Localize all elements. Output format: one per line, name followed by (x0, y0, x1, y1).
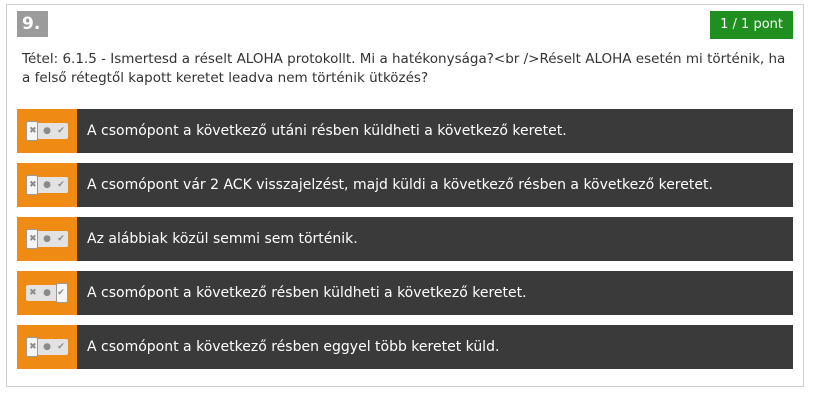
tri-state-toggle[interactable]: ✖ ● ✔ (26, 337, 68, 357)
question-card: 9. 1 / 1 pont Tétel: 6.1.5 - Ismertesd a… (6, 4, 804, 387)
answer-label: A csomópont vár 2 ACK visszajelzést, maj… (87, 177, 713, 193)
answer-toggle-tab[interactable]: ✖ ● ✔ (17, 217, 77, 261)
tri-state-toggle[interactable]: ✖ ● ✔ (26, 175, 68, 195)
dot-icon: ● (43, 180, 51, 190)
answer-option-1[interactable]: ✖ ● ✔ A csomópont a következő utáni résb… (17, 109, 793, 153)
tri-state-toggle[interactable]: ✖ ● ✔ (26, 121, 68, 141)
answer-option-2[interactable]: ✖ ● ✔ A csomópont vár 2 ACK visszajelzés… (17, 163, 793, 207)
cross-icon: ✖ (29, 180, 37, 190)
answer-label: A csomópont a következő utáni résben kül… (87, 123, 567, 139)
dot-icon: ● (43, 342, 51, 352)
check-icon: ✔ (57, 180, 65, 190)
cross-icon: ✖ (29, 234, 37, 244)
check-icon: ✔ (57, 288, 65, 298)
dot-icon: ● (43, 288, 51, 298)
cross-icon: ✖ (29, 126, 37, 136)
check-icon: ✔ (57, 126, 65, 136)
answer-label: A csomópont a következő résben eggyel tö… (87, 339, 500, 355)
question-number: 9. (17, 11, 48, 37)
answer-toggle-tab[interactable]: ✖ ● ✔ (17, 271, 77, 315)
tri-state-toggle[interactable]: ✖ ● ✔ (26, 283, 68, 303)
dot-icon: ● (43, 126, 51, 136)
score-badge: 1 / 1 pont (710, 11, 793, 39)
answer-toggle-tab[interactable]: ✖ ● ✔ (17, 325, 77, 369)
answer-toggle-tab[interactable]: ✖ ● ✔ (17, 163, 77, 207)
answer-option-3[interactable]: ✖ ● ✔ Az alábbiak közül semmi sem történ… (17, 217, 793, 261)
answer-toggle-tab[interactable]: ✖ ● ✔ (17, 109, 77, 153)
question-text: Tétel: 6.1.5 - Ismertesd a réselt ALOHA … (22, 51, 786, 86)
answer-option-5[interactable]: ✖ ● ✔ A csomópont a következő résben egg… (17, 325, 793, 369)
check-icon: ✔ (57, 342, 65, 352)
dot-icon: ● (43, 234, 51, 244)
answer-list: ✖ ● ✔ A csomópont a következő utáni résb… (17, 109, 793, 379)
tri-state-toggle[interactable]: ✖ ● ✔ (26, 229, 68, 249)
cross-icon: ✖ (29, 342, 37, 352)
answer-label: Az alábbiak közül semmi sem történik. (87, 231, 358, 247)
answer-option-4[interactable]: ✖ ● ✔ A csomópont a következő résben kül… (17, 271, 793, 315)
answer-label: A csomópont a következő résben küldheti … (87, 285, 527, 301)
check-icon: ✔ (57, 234, 65, 244)
cross-icon: ✖ (29, 288, 37, 298)
